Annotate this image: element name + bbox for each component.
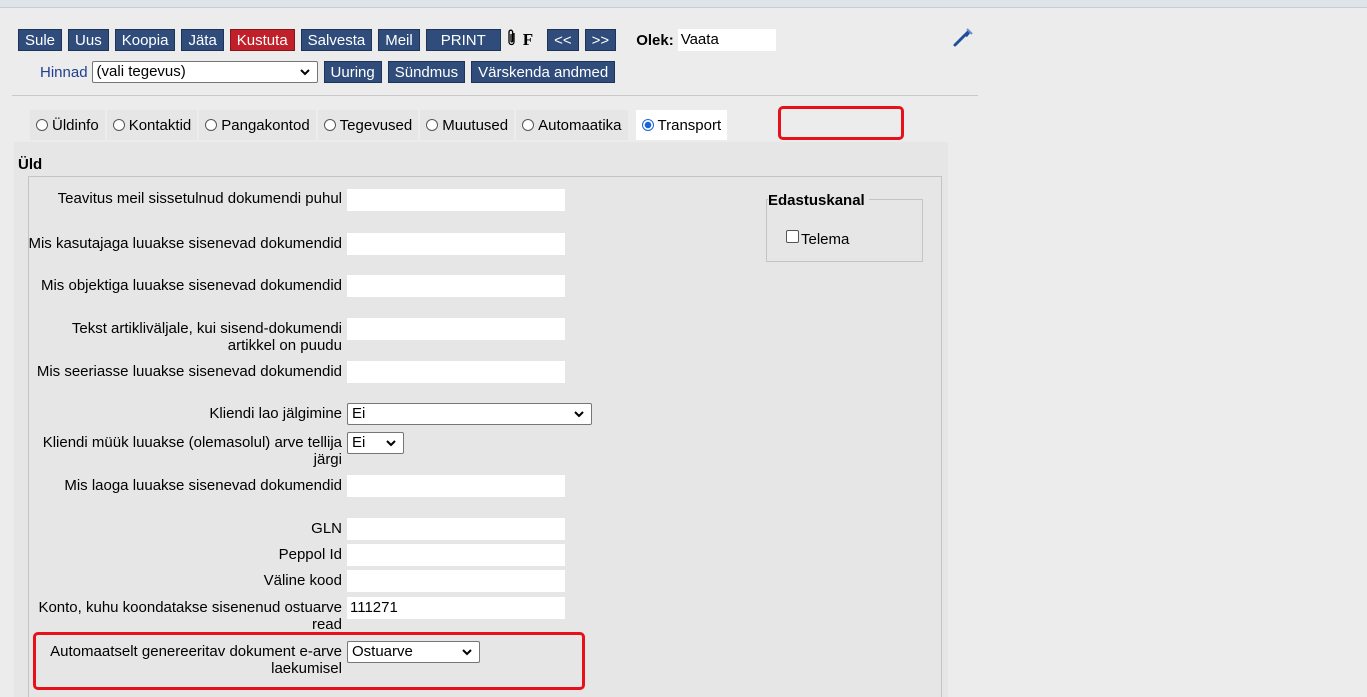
tab-label: Üldinfo (52, 116, 99, 134)
section-title: Üld (18, 156, 43, 173)
cancel-button[interactable]: Jäta (181, 29, 224, 51)
field-label: Konto, kuhu koondatakse sisenenud ostuar… (38, 599, 342, 633)
radio-icon (426, 119, 439, 131)
field-label: Väline kood (263, 572, 342, 589)
gln-input[interactable] (347, 518, 565, 540)
tab-label: Pangakontod (221, 116, 310, 134)
select-value: Ei (352, 434, 366, 451)
chevron-down-icon (574, 411, 584, 418)
event-button[interactable]: Sündmus (387, 61, 466, 83)
f-toggle[interactable]: F (523, 30, 533, 50)
print-button[interactable]: PRINT (425, 29, 501, 51)
field-label: Tekst artikliväljale, kui sisend-dokumen… (71, 320, 342, 354)
field-label: Kliendi lao jälgimine (209, 405, 342, 422)
close-button[interactable]: Sule (18, 29, 63, 51)
delete-button[interactable]: Kustuta (229, 29, 295, 51)
state-field[interactable]: Vaata (677, 29, 776, 51)
previous-button[interactable]: << (547, 29, 579, 51)
incoming-warehouse-input[interactable] (347, 475, 565, 497)
paperclip-icon[interactable] (507, 29, 517, 52)
radio-icon (205, 119, 218, 131)
telema-checkbox[interactable] (786, 230, 799, 243)
auto-document-select[interactable]: Ostuarve (347, 641, 480, 663)
inquiry-button[interactable]: Uuring (323, 61, 382, 83)
tab-label: Automaatika (538, 116, 622, 134)
tab-highlight-box (778, 106, 904, 140)
refresh-data-button[interactable]: Värskenda andmed (471, 61, 616, 83)
select-value: Ostuarve (352, 643, 413, 660)
next-button[interactable]: >> (584, 29, 617, 51)
tab-activities[interactable]: Tegevused (317, 110, 419, 140)
state-label: Olek: (636, 31, 674, 49)
field-label: Mis seeriasse luuakse sisenevad dokumend… (36, 363, 342, 380)
tab-general[interactable]: Üldinfo (30, 110, 105, 140)
channel-title: Edastuskanal (768, 192, 869, 209)
copy-button[interactable]: Koopia (114, 29, 176, 51)
secondary-toolbar: Hinnad (vali tegevus) Uuring Sündmus Vär… (40, 60, 621, 84)
missing-item-text-input[interactable] (347, 318, 565, 340)
tab-contacts[interactable]: Kontaktid (106, 110, 198, 140)
radio-icon (112, 119, 125, 131)
incoming-user-input[interactable] (347, 233, 565, 255)
new-button[interactable]: Uus (68, 29, 109, 51)
tab-transport[interactable]: Transport (635, 110, 728, 140)
incoming-object-input[interactable] (347, 275, 565, 297)
telema-label[interactable]: Telema (801, 231, 849, 248)
tab-automation[interactable]: Automaatika (516, 110, 628, 140)
radio-selected-icon (641, 119, 654, 131)
field-label: GLN (311, 520, 342, 537)
select-value: Ei (352, 405, 366, 422)
mail-button[interactable]: Meil (378, 29, 420, 51)
account-input[interactable]: 111271 (347, 597, 565, 619)
tab-label: Kontaktid (128, 116, 192, 134)
client-sale-select[interactable]: Ei (347, 432, 404, 454)
wrench-icon[interactable] (952, 26, 974, 48)
field-label: Mis kasutajaga luuakse sisenevad dokumen… (28, 235, 342, 252)
notify-mail-input[interactable] (347, 189, 565, 211)
tab-label: Transport (657, 116, 722, 134)
main-toolbar: Sule Uus Koopia Jäta Kustuta Salvesta Me… (18, 28, 776, 52)
tab-changes[interactable]: Muutused (420, 110, 515, 140)
field-label: Mis laoga luuakse sisenevad dokumendid (64, 477, 342, 494)
action-select[interactable]: (vali tegevus) (91, 61, 318, 83)
prices-link[interactable]: Hinnad (40, 64, 88, 81)
top-border (0, 0, 1367, 8)
radio-icon (323, 119, 336, 131)
field-label: Mis objektiga luuakse sisenevad dokumend… (40, 277, 342, 294)
field-label: Peppol Id (278, 546, 342, 563)
field-label: Automaatselt genereeritav dokument e-arv… (50, 643, 342, 677)
field-label: Teavitus meil sissetulnud dokumendi puhu… (57, 190, 342, 207)
chevron-down-icon (462, 649, 472, 656)
tab-label: Muutused (442, 116, 509, 134)
incoming-series-input[interactable] (347, 361, 565, 383)
warehouse-tracking-select[interactable]: Ei (347, 403, 592, 425)
divider (12, 95, 978, 96)
radio-icon (522, 119, 535, 131)
radio-icon (36, 119, 48, 131)
chevron-down-icon (299, 69, 310, 76)
action-select-value: (vali tegevus) (96, 63, 186, 80)
field-label: Kliendi müük luuakse (olemasolul) arve t… (42, 434, 342, 468)
tab-bar: Üldinfo Kontaktid Pangakontod Tegevused … (30, 110, 729, 140)
save-button[interactable]: Salvesta (300, 29, 373, 51)
peppol-id-input[interactable] (347, 544, 565, 566)
chevron-down-icon (386, 440, 396, 447)
tab-label: Tegevused (339, 116, 413, 134)
external-code-input[interactable] (347, 570, 565, 592)
tab-bank-accounts[interactable]: Pangakontod (199, 110, 316, 140)
